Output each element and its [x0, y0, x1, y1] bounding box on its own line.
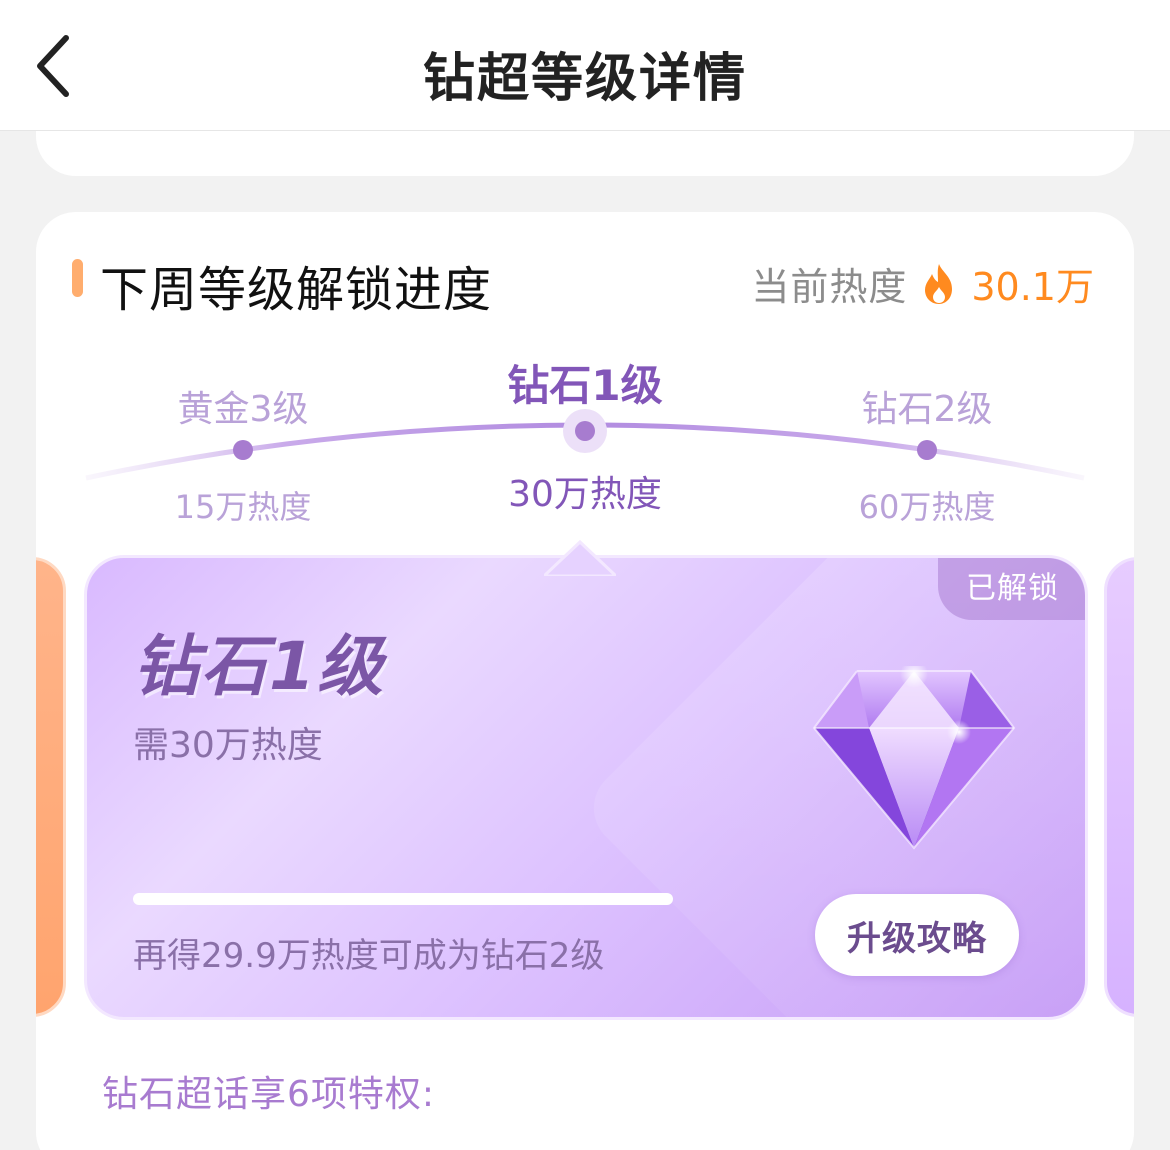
carousel-card-prev[interactable]	[36, 557, 66, 1017]
current-level-card[interactable]: 已解锁 钻石1级 需30万热度 再得29.9万热度可成为钻石2级 升级攻略	[84, 555, 1088, 1020]
section-accent-bar	[72, 259, 83, 297]
level-name-diamond1[interactable]: 钻石1级	[465, 352, 705, 413]
page-title: 钻超等级详情	[422, 49, 747, 109]
diamond-gem-icon	[812, 666, 1016, 850]
current-heat: 当前热度 30.1万	[751, 256, 1094, 311]
level-name-diamond2[interactable]: 钻石2级	[807, 380, 1047, 432]
level-heat-gold3: 15万热度	[174, 488, 312, 526]
carousel-card-next[interactable]	[1104, 557, 1134, 1017]
card-requirement: 需30万热度	[133, 725, 323, 766]
current-heat-value: 30.1万	[971, 265, 1094, 309]
card-pointer	[544, 539, 616, 576]
flame-icon	[921, 263, 957, 305]
upgrade-guide-button[interactable]: 升级攻略	[815, 894, 1019, 976]
level-name-gold3[interactable]: 黄金3级	[123, 380, 363, 432]
top-nav-bar: 钻超等级详情	[0, 0, 1170, 131]
status-badge: 已解锁	[938, 558, 1085, 620]
progress-hint: 再得29.9万热度可成为钻石2级	[133, 936, 605, 976]
privileges-heading: 钻石超话享6项特权:	[102, 1074, 436, 1115]
level-node-diamond1[interactable]	[563, 409, 607, 453]
level-node-gold3[interactable]	[233, 440, 253, 460]
current-heat-label: 当前热度	[751, 265, 908, 309]
card-level-name: 钻石1级	[133, 628, 385, 705]
level-heat-diamond2: 60万热度	[858, 488, 996, 526]
level-heat-diamond1: 30万热度	[508, 474, 662, 515]
level-node-diamond2[interactable]	[917, 440, 937, 460]
level-progress-bar	[133, 893, 673, 905]
section-title: 下周等级解锁进度	[100, 262, 493, 318]
level-progress-card: 下周等级解锁进度 当前热度 30.1万 黄金3级 钻石1级 钻石2级 15万热度…	[36, 212, 1134, 1150]
